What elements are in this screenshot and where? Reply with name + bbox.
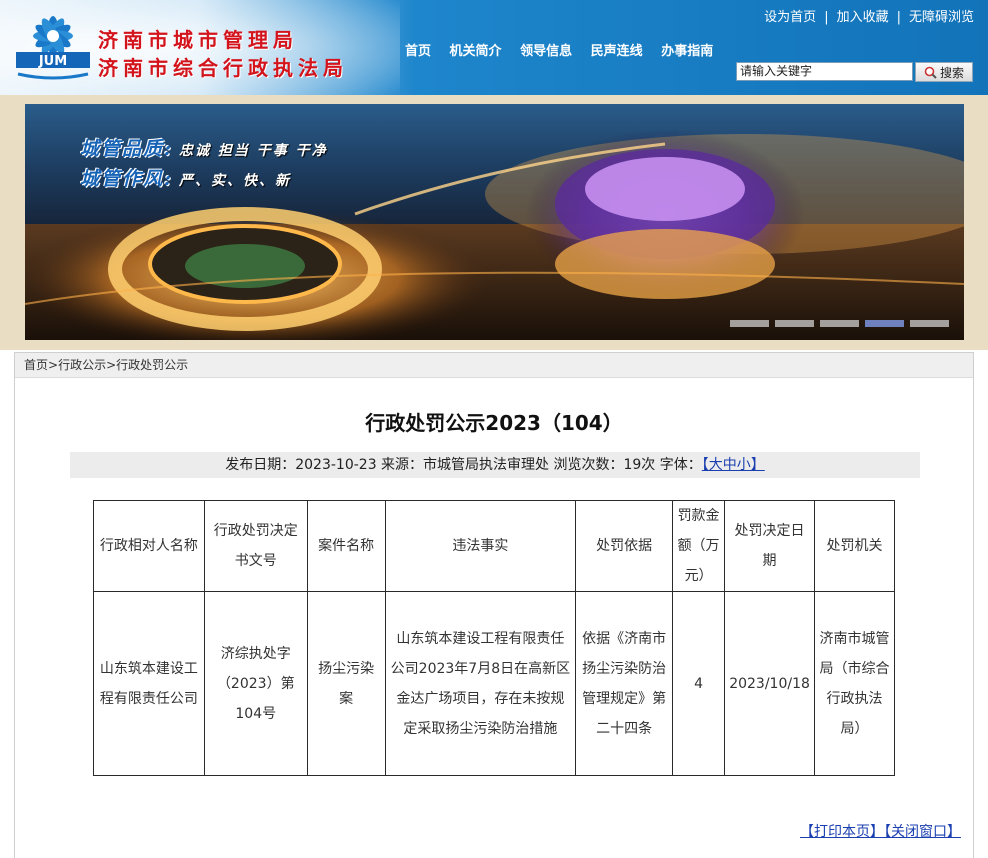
- table-header-cell: 行政相对人名称: [93, 500, 205, 592]
- separator: |: [896, 10, 901, 25]
- table-cell-doc-number: 济综执处字（2023）第104号: [203, 591, 308, 776]
- slogan-value: 忠诚 担当 干事 干净: [179, 143, 328, 159]
- nav-item-about[interactable]: 机关简介: [450, 44, 502, 59]
- breadcrumb: 首页>行政公示>行政处罚公示: [15, 353, 973, 378]
- org-name-primary: 济南市城市管理局: [98, 28, 298, 52]
- table-header-cell: 处罚依据: [575, 500, 674, 592]
- search-icon: [924, 66, 937, 79]
- slide-indicators: [730, 320, 949, 327]
- banner-slogan-style: 城管作风: 严、实、快、新: [80, 164, 291, 191]
- table-row: 山东筑本建设工程有限责任公司 济综执处字（2023）第104号 扬尘污染案 山东…: [93, 591, 895, 776]
- penalty-table: 行政相对人名称 行政处罚决定书文号 案件名称 违法事实 处罚依据 罚款金额（万元…: [93, 500, 895, 776]
- slogan-value: 严、实、快、新: [179, 173, 292, 189]
- org-name-secondary: 济南市综合行政执法局: [98, 56, 348, 80]
- table-cell-authority: 济南市城管局（市综合行政执法局）: [814, 591, 895, 776]
- page-title: 行政处罚公示2023（104）: [365, 411, 623, 435]
- banner-slogan-quality: 城管品质: 忠诚 担当 干事 干净: [80, 134, 328, 161]
- separator: |: [824, 10, 829, 25]
- table-header-cell: 案件名称: [306, 500, 386, 592]
- table-cell-party: 山东筑本建设工程有限责任公司: [93, 591, 205, 776]
- table-cell-facts: 山东筑本建设工程有限责任公司2023年7月8日在高新区金达广场项目，存在未按规定…: [384, 591, 577, 776]
- nav-item-home[interactable]: 首页: [405, 44, 431, 59]
- org-names: 济南市城市管理局 济南市综合行政执法局: [98, 26, 348, 82]
- slide-indicator-2[interactable]: [775, 320, 814, 327]
- slide-indicator-4[interactable]: [865, 320, 904, 327]
- logo-text: JUM: [38, 54, 67, 69]
- content-panel: 首页>行政公示>行政处罚公示 行政处罚公示2023（104） 发布日期：2023…: [14, 352, 974, 858]
- nav-item-leaders[interactable]: 领导信息: [520, 44, 572, 59]
- search-button-label: 搜索: [939, 65, 964, 80]
- table-header-cell: 行政处罚决定书文号: [203, 500, 308, 592]
- table-cell-fine: 4: [672, 591, 726, 776]
- table-header-cell: 处罚机关: [814, 500, 895, 592]
- top-links: 设为首页 | 加入收藏 | 无障碍浏览: [764, 6, 974, 25]
- search-button[interactable]: 搜索: [915, 62, 973, 82]
- breadcrumb-sep: >: [48, 358, 59, 372]
- table-cell-basis: 依据《济南市扬尘污染防治管理规定》第二十四条: [575, 591, 674, 776]
- slide-indicator-1[interactable]: [730, 320, 769, 327]
- breadcrumb-admin-notice[interactable]: 行政公示: [58, 358, 106, 372]
- slogan-key: 城管品质:: [80, 138, 174, 160]
- table-cell-date: 2023/10/18: [724, 591, 816, 776]
- slide-indicator-3[interactable]: [820, 320, 859, 327]
- font-size-switch[interactable]: 【大中小】: [702, 457, 765, 473]
- table-header-cell: 罚款金额（万元）: [672, 500, 726, 592]
- city-management-logo-icon: JUM: [16, 16, 90, 80]
- slide-indicator-5[interactable]: [910, 320, 949, 327]
- search-input[interactable]: 请输入关键字: [736, 62, 913, 81]
- accessibility-link[interactable]: 无障碍浏览: [909, 10, 974, 25]
- footer-links: 【打印本页】【关闭窗口】: [800, 821, 961, 841]
- nav-item-public-voice[interactable]: 民声连线: [591, 44, 643, 59]
- article-meta-text: 发布日期：2023-10-23 来源：市城管局执法审理处 浏览次数：19次 字体…: [225, 457, 702, 473]
- breadcrumb-home[interactable]: 首页: [24, 358, 48, 372]
- main-nav: 首页 机关简介 领导信息 民声连线 办事指南: [405, 40, 727, 59]
- table-cell-case-name: 扬尘污染案: [306, 591, 386, 776]
- article-meta: 发布日期：2023-10-23 来源：市城管局执法审理处 浏览次数：19次 字体…: [70, 452, 920, 478]
- set-homepage-link[interactable]: 设为首页: [764, 10, 816, 25]
- table-header-row: 行政相对人名称 行政处罚决定书文号 案件名称 违法事实 处罚依据 罚款金额（万元…: [93, 500, 895, 592]
- table-header-cell: 违法事实: [384, 500, 577, 592]
- breadcrumb-sep: >: [106, 358, 117, 372]
- slogan-key: 城管作风:: [80, 168, 174, 190]
- close-window-link[interactable]: 【关闭窗口】: [884, 824, 961, 840]
- nav-item-guide[interactable]: 办事指南: [661, 44, 713, 59]
- table-header-cell: 处罚决定日期: [724, 500, 816, 592]
- site-header: JUM 济南市城市管理局 济南市综合行政执法局 设为首页 | 加入收藏 | 无障碍浏览 …: [0, 0, 988, 95]
- breadcrumb-penalty-notice[interactable]: 行政处罚公示: [116, 358, 188, 372]
- print-page-link[interactable]: 【打印本页】: [800, 824, 884, 840]
- banner-slideshow[interactable]: 城管品质: 忠诚 担当 干事 干净 城管作风: 严、实、快、新: [25, 104, 964, 340]
- add-favorite-link[interactable]: 加入收藏: [837, 10, 889, 25]
